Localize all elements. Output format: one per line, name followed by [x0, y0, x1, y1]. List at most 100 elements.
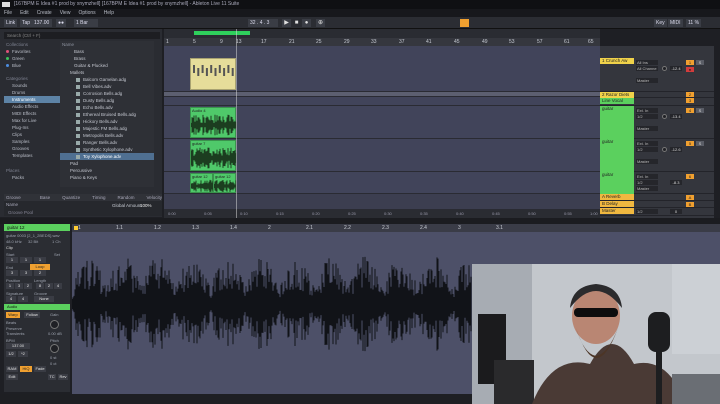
reverse-button[interactable]: Rev: [58, 374, 68, 380]
hiq-toggle[interactable]: HiQ: [20, 366, 32, 372]
return-lanes[interactable]: [164, 194, 600, 210]
collection-favorites[interactable]: Favorites: [4, 48, 60, 55]
preset-item[interactable]: Ethereal Bruised Bells.adg: [60, 111, 154, 118]
solo-button[interactable]: S: [696, 108, 704, 113]
preset-item[interactable]: Corrosion Bells.adg: [60, 90, 154, 97]
folder-percussive[interactable]: Percussive: [60, 167, 154, 174]
input-channel[interactable]: 1/2: [636, 114, 658, 119]
track-activator[interactable]: 1: [686, 60, 694, 65]
master-name[interactable]: Master: [600, 208, 634, 214]
length-bar-field[interactable]: 8: [36, 283, 44, 289]
transients-select[interactable]: Transients: [6, 331, 25, 336]
input-channel[interactable]: 1/2: [636, 147, 658, 152]
category-audio-effects[interactable]: Audio Effects: [4, 103, 60, 110]
automation-arm-icon[interactable]: ⊕: [316, 19, 325, 27]
quantize-menu[interactable]: 1 Bar: [74, 19, 98, 27]
track-activator[interactable]: 2: [686, 92, 694, 97]
preset-item-selected[interactable]: Toy Xylophone.adv: [60, 153, 154, 160]
category-instruments[interactable]: Instruments: [4, 96, 60, 103]
track-lane[interactable]: guitar 7: [164, 139, 600, 172]
master-volume[interactable]: 0: [670, 209, 682, 214]
return-name[interactable]: A Reverb: [600, 194, 634, 200]
follow-toggle[interactable]: Follow: [24, 312, 40, 318]
place-packs[interactable]: Packs: [4, 174, 60, 181]
double-tempo-button[interactable]: *2: [18, 351, 28, 357]
track-lane[interactable]: [164, 97, 600, 106]
groove-select[interactable]: None: [34, 296, 54, 302]
collection-green[interactable]: Green: [4, 55, 60, 62]
master-channel[interactable]: 1/2: [636, 209, 658, 214]
link-button[interactable]: Link: [4, 19, 18, 27]
clip-title[interactable]: guitar 12: [4, 224, 70, 231]
position-bar-field[interactable]: 1: [6, 283, 14, 289]
end-sixteenth-field[interactable]: 2: [34, 270, 46, 276]
track-name[interactable]: guitar: [600, 139, 634, 172]
menu-options[interactable]: Options: [78, 9, 95, 17]
edit-button[interactable]: Edit: [6, 374, 18, 380]
track-lane[interactable]: Audio 4: [164, 106, 600, 139]
ram-toggle[interactable]: RAM: [6, 366, 18, 372]
category-samples[interactable]: Samples: [4, 138, 60, 145]
key-map-button[interactable]: Key: [654, 19, 667, 27]
collection-blue[interactable]: Blue: [4, 62, 60, 69]
midi-clip[interactable]: [190, 58, 236, 90]
position-beat-field[interactable]: 3: [15, 283, 23, 289]
audio-clip[interactable]: guitar 12: [213, 173, 237, 193]
tap-button[interactable]: Tap: [20, 19, 33, 27]
loop-switch-icon[interactable]: [460, 19, 469, 27]
end-beat-field[interactable]: 3: [20, 270, 32, 276]
start-beat-field[interactable]: 1: [20, 257, 32, 263]
preset-item[interactable]: Bell Vibes.adv: [60, 83, 154, 90]
input-type[interactable]: All Ins: [636, 60, 658, 65]
return-name[interactable]: B Delay: [600, 201, 634, 207]
record-icon[interactable]: ●: [302, 19, 311, 27]
fade-toggle[interactable]: Fade: [34, 366, 46, 372]
track-activator[interactable]: 6: [686, 174, 694, 179]
audio-clip[interactable]: Audio 4: [190, 107, 237, 138]
category-templates[interactable]: Templates: [4, 152, 60, 159]
input-type[interactable]: Ext. In: [636, 141, 658, 146]
warp-toggle[interactable]: Warp: [6, 312, 20, 318]
gain-knob[interactable]: [50, 320, 59, 329]
beat-ruler[interactable]: 1 5 9 13 17 21 25 29 33 37 41 45 49 53 5…: [164, 38, 600, 46]
preset-item[interactable]: Balcom Gamelan.adg: [60, 76, 154, 83]
play-icon[interactable]: ▶: [282, 19, 291, 27]
preset-item[interactable]: Echo Bells.adv: [60, 104, 154, 111]
preset-item[interactable]: Majestic FM Bells.adg: [60, 125, 154, 132]
preset-item[interactable]: Ranger Bells.adv: [60, 139, 154, 146]
track-activator[interactable]: A: [686, 195, 694, 200]
audio-clip[interactable]: guitar 7: [190, 140, 237, 171]
audio-clip[interactable]: guitar 12: [190, 173, 214, 193]
input-channel[interactable]: 1/2: [636, 180, 658, 185]
end-bar-field[interactable]: 3: [6, 270, 18, 276]
signature-denominator[interactable]: 4: [18, 296, 28, 302]
folder-guitar[interactable]: Guitar & Plucked: [60, 62, 154, 69]
category-drums[interactable]: Drums: [4, 89, 60, 96]
global-amount-value[interactable]: 100%: [140, 203, 152, 208]
warp-mode-select[interactable]: Beats: [6, 320, 16, 325]
stop-icon[interactable]: ■: [292, 19, 301, 27]
menu-file[interactable]: File: [4, 9, 12, 17]
category-plugins[interactable]: Plug-Ins: [4, 124, 60, 131]
track-activator[interactable]: B: [686, 202, 694, 207]
preset-item[interactable]: Hickory Bells.adv: [60, 118, 154, 125]
volume-field[interactable]: -13.4: [670, 114, 682, 119]
category-sounds[interactable]: Sounds: [4, 82, 60, 89]
gain-value[interactable]: 0.00 dB: [48, 331, 62, 336]
pan-knob[interactable]: [662, 66, 667, 71]
output-type[interactable]: Master: [636, 159, 658, 164]
track-name[interactable]: guitar: [600, 172, 634, 194]
pitch-value[interactable]: 0 st: [50, 355, 56, 360]
preset-item[interactable]: Synthetic Xylophone.adv: [60, 146, 154, 153]
loop-brace[interactable]: [194, 31, 250, 35]
loop-toggle[interactable]: Loop: [30, 264, 50, 270]
length-sixteenth-field[interactable]: 4: [54, 283, 62, 289]
track-activator[interactable]: 3: [686, 98, 694, 103]
start-bar-field[interactable]: 1: [6, 257, 18, 263]
solo-button[interactable]: S: [696, 60, 704, 65]
track-lane[interactable]: [164, 46, 600, 92]
detune-value[interactable]: 0 ct: [50, 361, 56, 366]
browser-search-input[interactable]: Search (Ctrl + F): [4, 32, 160, 39]
volume-field[interactable]: -12.4: [670, 66, 682, 71]
preset-item[interactable]: Dusty Bells.adg: [60, 97, 154, 104]
